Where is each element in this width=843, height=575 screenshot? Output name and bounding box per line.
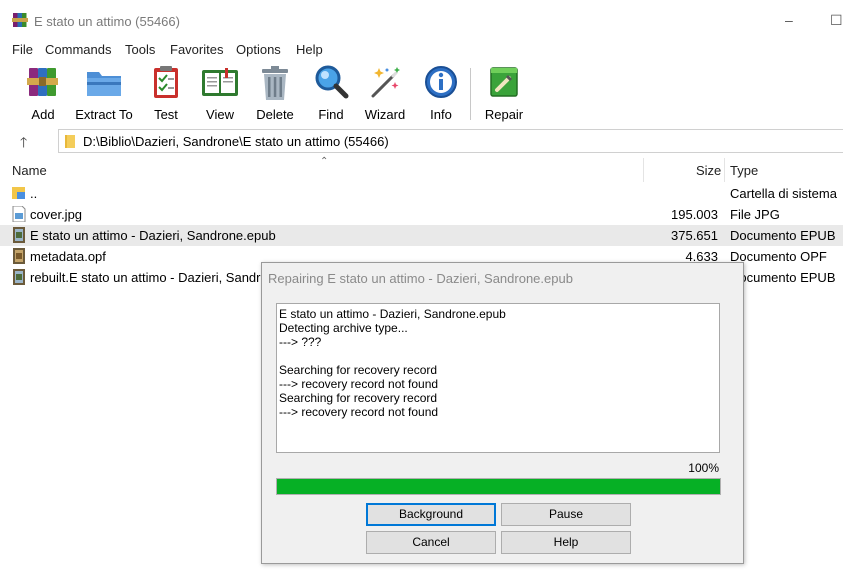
- test-button[interactable]: Test: [136, 64, 196, 122]
- log-line: ---> recovery record not found: [279, 377, 439, 391]
- wizard-label: Wizard: [364, 107, 406, 122]
- menu-help[interactable]: Help: [296, 42, 323, 57]
- delete-button[interactable]: Delete: [245, 64, 305, 122]
- menu-bar: File Commands Tools Favorites Options He…: [0, 40, 843, 60]
- add-button[interactable]: Add: [13, 64, 73, 122]
- add-archive-icon: [27, 68, 58, 96]
- window-title: E stato un attimo (55466): [34, 14, 180, 29]
- view-button[interactable]: View: [190, 64, 250, 122]
- path-field[interactable]: D:\Biblio\Dazieri, Sandrone\E stato un a…: [58, 129, 843, 153]
- repair-dialog: Repairing E stato un attimo - Dazieri, S…: [261, 262, 744, 564]
- extract-to-label: Extract To: [75, 107, 133, 122]
- test-label: Test: [154, 107, 178, 122]
- title-bar: E stato un attimo (55466) – ☐: [0, 0, 843, 40]
- log-line: E stato un attimo - Dazieri, Sandrone.ep…: [279, 307, 506, 321]
- info-label: Info: [430, 107, 452, 122]
- info-icon: [425, 66, 457, 98]
- parent-folder-icon: [12, 187, 25, 199]
- row-type: Documento EPUB: [730, 228, 836, 243]
- delete-label: Delete: [256, 107, 294, 122]
- pause-button[interactable]: Pause: [501, 503, 631, 526]
- row-name: ..: [30, 186, 38, 201]
- menu-options[interactable]: Options: [236, 42, 281, 57]
- menu-file[interactable]: File: [12, 42, 33, 57]
- column-divider: [724, 158, 725, 182]
- sort-ascending-icon: ⌃: [320, 156, 329, 167]
- test-clipboard-icon: [154, 66, 178, 98]
- table-row[interactable]: .. Cartella di sistema: [0, 183, 843, 204]
- column-divider: [643, 158, 644, 182]
- view-label: View: [206, 107, 234, 122]
- row-name: metadata.opf: [30, 249, 106, 264]
- table-row[interactable]: E stato un attimo - Dazieri, Sandrone.ep…: [0, 225, 843, 246]
- background-button[interactable]: Background: [366, 503, 496, 526]
- log-line: Searching for recovery record: [279, 391, 438, 405]
- row-type: Documento OPF: [730, 249, 827, 264]
- epub-file-icon: [13, 269, 25, 285]
- info-button[interactable]: Info: [411, 64, 471, 122]
- folder-icon: [65, 135, 75, 148]
- row-size: 375.651: [671, 228, 718, 243]
- row-type: File JPG: [730, 207, 780, 222]
- magic-wand-icon: [371, 67, 400, 98]
- find-label: Find: [318, 107, 344, 122]
- progress-percent: 100%: [688, 461, 719, 475]
- progress-bar: [276, 478, 721, 495]
- menu-favorites[interactable]: Favorites: [170, 42, 223, 57]
- opf-file-icon: [13, 248, 25, 264]
- table-row[interactable]: cover.jpg 195.003 File JPG: [0, 204, 843, 225]
- find-button[interactable]: Find: [301, 64, 361, 122]
- menu-tools[interactable]: Tools: [125, 42, 155, 57]
- cancel-button[interactable]: Cancel: [366, 531, 496, 554]
- row-size: 195.003: [671, 207, 718, 222]
- log-line: ---> recovery record not found: [279, 405, 439, 419]
- extract-to-button[interactable]: Extract To: [74, 64, 134, 122]
- dialog-title: Repairing E stato un attimo - Dazieri, S…: [268, 271, 573, 286]
- add-label: Add: [31, 107, 55, 122]
- toolbar: Add Extract To Test View Delete Find Wiz…: [0, 60, 843, 124]
- repair-label: Repair: [484, 107, 524, 122]
- menu-commands[interactable]: Commands: [45, 42, 111, 57]
- address-bar: 🡑 D:\Biblio\Dazieri, Sandrone\E stato un…: [0, 124, 843, 158]
- log-line: Detecting archive type...: [279, 321, 408, 335]
- log-line: Searching for recovery record: [279, 363, 438, 377]
- winrar-app-icon: [12, 13, 28, 27]
- magnifier-icon: [315, 65, 349, 99]
- wizard-button[interactable]: Wizard: [355, 64, 415, 122]
- up-folder-icon[interactable]: 🡑: [20, 132, 27, 156]
- trash-icon: [262, 66, 288, 100]
- log-line: ---> ???: [279, 335, 322, 349]
- row-name: cover.jpg: [30, 207, 83, 222]
- repair-log[interactable]: E stato un attimo - Dazieri, Sandrone.ep…: [276, 303, 720, 453]
- image-file-icon: [12, 206, 26, 222]
- path-text: D:\Biblio\Dazieri, Sandrone\E stato un a…: [83, 134, 389, 149]
- row-type: Documento EPUB: [730, 270, 836, 285]
- help-button[interactable]: Help: [501, 531, 631, 554]
- view-book-icon: [202, 68, 238, 96]
- minimize-button[interactable]: –: [785, 12, 793, 28]
- repair-icon: [490, 67, 518, 97]
- row-type: Cartella di sistema: [730, 186, 837, 201]
- repair-button[interactable]: Repair: [474, 64, 534, 122]
- maximize-button[interactable]: ☐: [830, 12, 843, 28]
- row-name: E stato un attimo - Dazieri, Sandrone.ep…: [30, 228, 276, 243]
- extract-folder-icon: [87, 72, 121, 96]
- progress-fill: [277, 479, 720, 494]
- epub-file-icon: [13, 227, 25, 243]
- toolbar-separator: [470, 68, 471, 120]
